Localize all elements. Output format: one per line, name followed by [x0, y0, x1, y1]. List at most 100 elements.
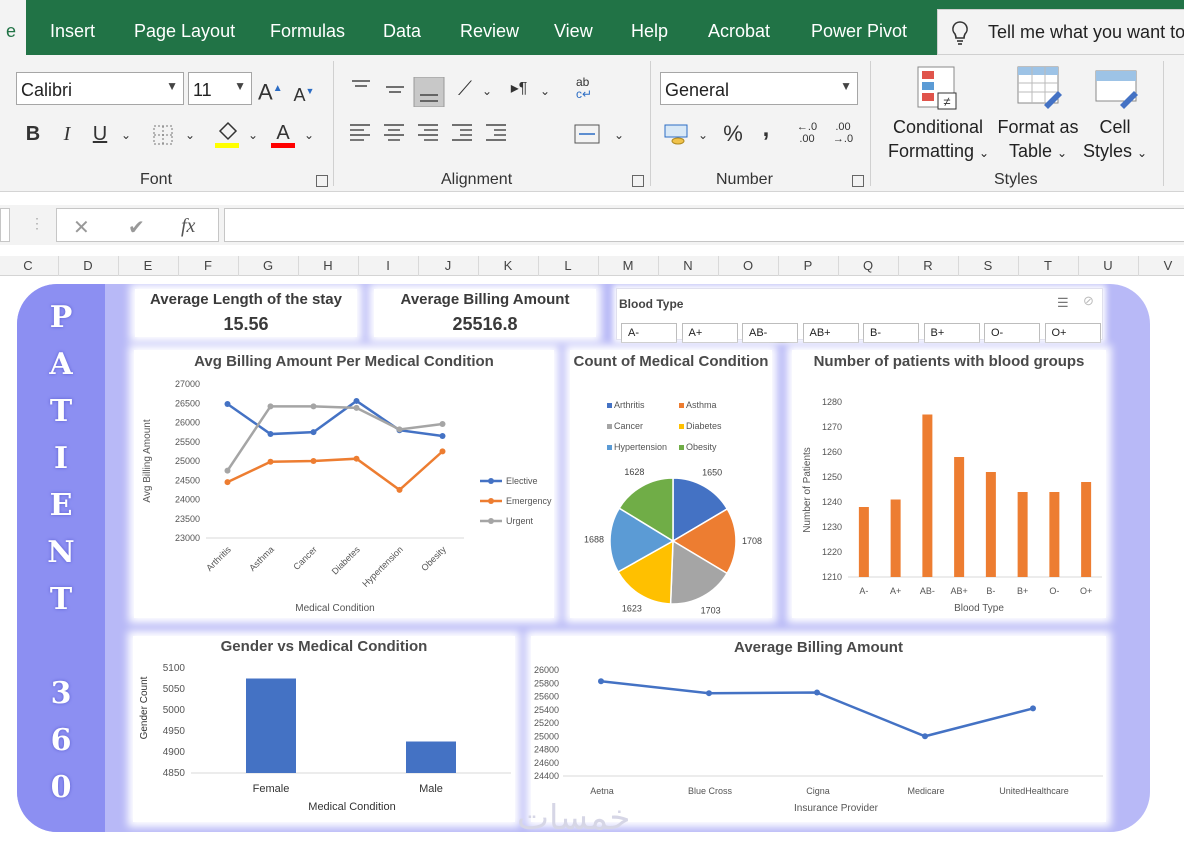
enter-icon[interactable]: ✔: [128, 215, 145, 240]
vertical-align-icons[interactable]: [350, 77, 450, 107]
slicer-item-B-[interactable]: B-: [863, 323, 919, 343]
chevron-down-icon[interactable]: ⌄: [301, 123, 317, 147]
slicer-item-A-[interactable]: A-: [621, 323, 677, 343]
tab-insert[interactable]: Insert: [50, 0, 95, 55]
legend-marker: [488, 518, 494, 524]
chevron-down-icon[interactable]: ⌄: [538, 79, 552, 103]
y-tick-label: 24600: [534, 758, 559, 768]
text-direction-icon[interactable]: ▸¶: [506, 77, 532, 101]
x-tick-label: O-: [1049, 586, 1059, 596]
merge-center-icon[interactable]: [574, 123, 600, 145]
chevron-down-icon[interactable]: ▼: [234, 79, 246, 93]
column-header-U[interactable]: U: [1078, 258, 1138, 273]
wrap-text-icon[interactable]: abc↵: [574, 75, 600, 101]
dialog-launcher-icon[interactable]: [632, 175, 644, 187]
slicer-item-O+[interactable]: O+: [1044, 323, 1101, 343]
number-group-label: Number: [716, 171, 773, 188]
format-as-table-icon[interactable]: [1016, 65, 1064, 111]
tab-view[interactable]: View: [554, 0, 593, 55]
column-header-J[interactable]: J: [418, 258, 478, 273]
fill-color-icon[interactable]: [214, 119, 240, 149]
tell-me-box[interactable]: Tell me what you want to: [937, 9, 1184, 55]
slicer-item-AB-[interactable]: AB-: [742, 323, 798, 343]
column-header-K[interactable]: K: [478, 258, 538, 273]
column-header-G[interactable]: G: [238, 258, 298, 273]
column-header-C[interactable]: C: [0, 258, 58, 273]
slicer-item-O-[interactable]: O-: [984, 323, 1040, 343]
decrease-decimal-button[interactable]: .00 →.0: [828, 121, 858, 145]
y-tick-label: 1240: [822, 497, 842, 507]
font-size-combo[interactable]: 11 ▼: [188, 72, 252, 105]
tab-help[interactable]: Help: [631, 0, 668, 55]
column-header-Q[interactable]: Q: [838, 258, 898, 273]
chevron-down-icon[interactable]: ⌄: [182, 123, 198, 147]
comma-button[interactable]: ,: [756, 117, 776, 141]
chevron-down-icon[interactable]: ⌄: [245, 123, 261, 147]
tab-page-layout[interactable]: Page Layout: [134, 0, 235, 55]
column-header-M[interactable]: M: [598, 258, 658, 273]
insert-function-icon[interactable]: fx: [181, 215, 195, 238]
tell-me-text: Tell me what you want to: [988, 22, 1184, 42]
tab-review[interactable]: Review: [460, 0, 519, 55]
orientation-icon[interactable]: ⟋: [452, 77, 478, 101]
formula-input[interactable]: [224, 208, 1184, 242]
number-format-combo[interactable]: General ▼: [660, 72, 858, 105]
column-header-V[interactable]: V: [1138, 258, 1184, 273]
font-name-combo[interactable]: Calibri ▼: [16, 72, 184, 105]
tab-formulas[interactable]: Formulas: [270, 0, 345, 55]
column-header-D[interactable]: D: [58, 258, 118, 273]
grow-font-button[interactable]: A▲: [258, 77, 283, 104]
sidebar-letter: N: [47, 535, 75, 570]
column-header-E[interactable]: E: [118, 258, 178, 273]
column-header-P[interactable]: P: [778, 258, 838, 273]
legend-swatch: [607, 424, 612, 429]
column-header-R[interactable]: R: [898, 258, 958, 273]
chevron-down-icon[interactable]: ▼: [840, 79, 852, 93]
drag-handle-icon[interactable]: ⋮: [30, 215, 44, 232]
cancel-icon[interactable]: ✕: [73, 215, 90, 240]
legend-marker: [488, 498, 494, 504]
tab-data[interactable]: Data: [383, 0, 421, 55]
y-tick-label: 25000: [534, 731, 559, 741]
slicer-item-A+[interactable]: A+: [681, 323, 738, 343]
bold-button[interactable]: B: [22, 122, 44, 146]
dialog-launcher-icon[interactable]: [852, 175, 864, 187]
conditional-formatting-icon[interactable]: ≠: [916, 65, 960, 111]
font-color-icon[interactable]: A: [270, 119, 296, 149]
clear-filter-icon[interactable]: ⊘: [1083, 293, 1094, 309]
slicer-item-B+[interactable]: B+: [923, 323, 980, 343]
chevron-down-icon[interactable]: ▼: [166, 79, 178, 93]
column-header-F[interactable]: F: [178, 258, 238, 273]
tab-home[interactable]: e: [0, 0, 27, 55]
column-header-I[interactable]: I: [358, 258, 418, 273]
italic-button[interactable]: I: [56, 122, 78, 146]
column-header-O[interactable]: O: [718, 258, 778, 273]
accounting-format-icon[interactable]: [664, 122, 690, 146]
column-header-N[interactable]: N: [658, 258, 718, 273]
column-header-S[interactable]: S: [958, 258, 1018, 273]
chevron-down-icon[interactable]: ⌄: [612, 123, 626, 147]
shrink-font-button[interactable]: A▼: [292, 79, 316, 107]
increase-decimal-button[interactable]: ←.0 .00: [792, 121, 822, 145]
chevron-down-icon[interactable]: ⌄: [696, 123, 710, 147]
column-header-T[interactable]: T: [1018, 258, 1078, 273]
column-header-L[interactable]: L: [538, 258, 598, 273]
slicer-item-AB+[interactable]: AB+: [802, 323, 859, 343]
dialog-launcher-icon[interactable]: [316, 175, 328, 187]
borders-icon[interactable]: [152, 124, 174, 146]
format-as-table-button[interactable]: Format as Table ⌄: [990, 115, 1086, 165]
multi-select-icon[interactable]: ☰: [1057, 295, 1069, 311]
cell-styles-icon[interactable]: [1094, 65, 1142, 111]
column-header-H[interactable]: H: [298, 258, 358, 273]
cell-styles-button[interactable]: Cell Styles ⌄: [1080, 115, 1150, 165]
chevron-down-icon[interactable]: ⌄: [480, 79, 494, 103]
horizontal-align-icons[interactable]: [348, 121, 516, 145]
conditional-formatting-button[interactable]: Conditional Formatting ⌄: [888, 115, 989, 165]
percent-button[interactable]: %: [720, 122, 746, 146]
tab-acrobat[interactable]: Acrobat: [708, 0, 770, 55]
name-box[interactable]: [0, 208, 10, 242]
underline-button[interactable]: U: [89, 122, 111, 146]
y-tick-label: 24000: [175, 495, 200, 505]
tab-power-pivot[interactable]: Power Pivot: [811, 0, 907, 55]
chevron-down-icon[interactable]: ⌄: [118, 123, 134, 147]
